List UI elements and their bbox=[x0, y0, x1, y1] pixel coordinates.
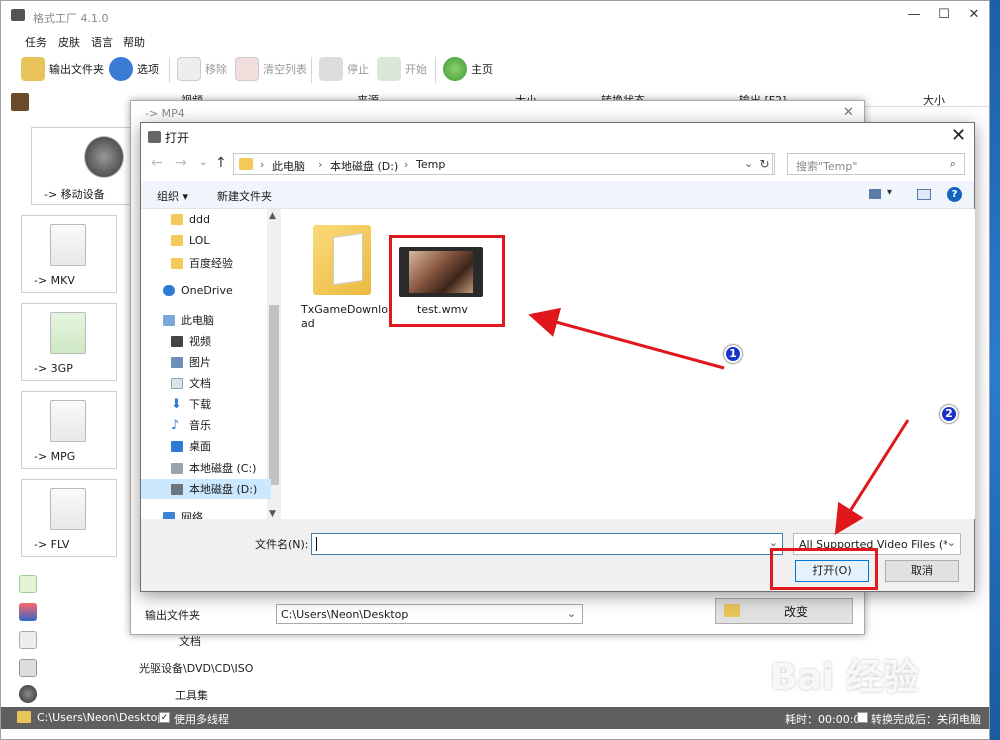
arrow-to-open-button bbox=[834, 419, 910, 536]
step-badge-2: 2 bbox=[940, 405, 958, 423]
arrow-to-file bbox=[528, 307, 725, 370]
annotation-arrows bbox=[528, 307, 910, 536]
baidu-watermark-url: jingyan.baidu.com bbox=[770, 692, 900, 708]
step-badge-1: 1 bbox=[724, 345, 742, 363]
